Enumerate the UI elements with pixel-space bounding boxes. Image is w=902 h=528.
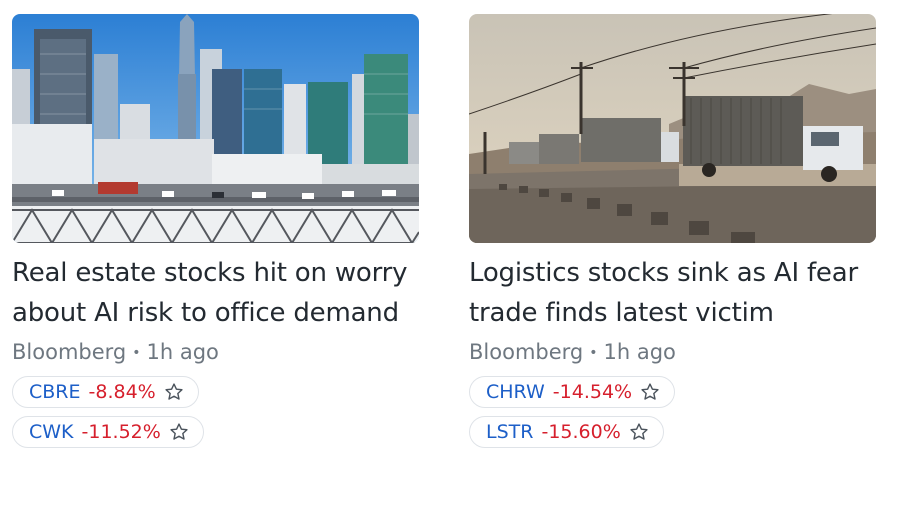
meta-separator: • <box>589 345 598 361</box>
ticker-symbol: CHRW <box>486 381 545 403</box>
star-outline-icon[interactable] <box>164 382 184 402</box>
ticker-list: CBRE -8.84% CWK -11.52% <box>12 370 419 448</box>
ticker-pill-lstr[interactable]: LSTR -15.60% <box>469 416 664 448</box>
article-source: Bloomberg <box>469 340 584 364</box>
ticker-symbol: CBRE <box>29 381 81 403</box>
ticker-change: -14.54% <box>552 381 633 403</box>
star-outline-icon[interactable] <box>640 382 660 402</box>
ticker-change: -8.84% <box>88 381 156 403</box>
article-meta: Bloomberg • 1h ago <box>12 337 419 368</box>
article-meta: Bloomberg • 1h ago <box>469 337 876 368</box>
ticker-pill-chrw[interactable]: CHRW -14.54% <box>469 376 676 408</box>
ticker-pill-cwk[interactable]: CWK -11.52% <box>12 416 204 448</box>
article-thumbnail-city[interactable] <box>12 14 419 243</box>
ticker-symbol: CWK <box>29 421 74 443</box>
article-source: Bloomberg <box>12 340 127 364</box>
article-time: 1h ago <box>603 340 676 364</box>
ticker-change: -15.60% <box>541 421 621 443</box>
article-time: 1h ago <box>146 340 219 364</box>
ticker-symbol: LSTR <box>486 421 534 443</box>
article-thumbnail-trucks[interactable] <box>469 14 876 243</box>
ticker-list: CHRW -14.54% LSTR -15.60% <box>469 370 876 448</box>
star-outline-icon[interactable] <box>629 422 649 442</box>
news-card-logistics[interactable]: Logistics stocks sink as AI fear trade f… <box>469 14 876 448</box>
ticker-pill-cbre[interactable]: CBRE -8.84% <box>12 376 199 408</box>
star-outline-icon[interactable] <box>169 422 189 442</box>
news-card-real-estate[interactable]: Real estate stocks hit on worry about AI… <box>12 14 419 448</box>
article-headline[interactable]: Logistics stocks sink as AI fear trade f… <box>469 253 876 333</box>
meta-separator: • <box>132 345 141 361</box>
ticker-change: -11.52% <box>81 421 161 443</box>
article-headline[interactable]: Real estate stocks hit on worry about AI… <box>12 253 419 333</box>
